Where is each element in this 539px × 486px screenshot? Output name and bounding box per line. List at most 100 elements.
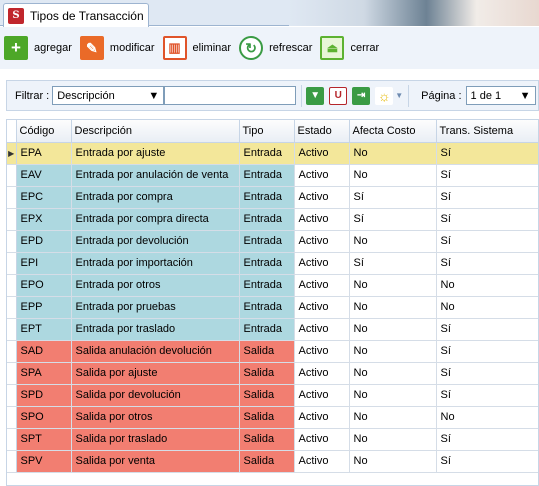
magnet-icon[interactable]: U (329, 86, 348, 105)
table-cell[interactable]: SPA (16, 362, 72, 385)
row-selector[interactable] (7, 208, 17, 231)
row-selector[interactable] (7, 186, 17, 209)
table-row[interactable]: EAV Entrada por anulación de venta Entrada… (7, 164, 538, 187)
table-cell[interactable]: Entrada (239, 164, 295, 187)
table-cell[interactable]: Salida (239, 384, 295, 407)
close-button[interactable]: ⏏ cerrar (320, 36, 379, 60)
table-cell[interactable]: Sí (436, 362, 538, 385)
filter-down-icon[interactable]: ▼ (306, 86, 325, 105)
row-selector[interactable] (7, 274, 17, 297)
row-selector[interactable] (7, 362, 17, 385)
table-cell[interactable]: Entrada (239, 296, 295, 319)
table-cell[interactable]: Activo (294, 142, 350, 165)
table-row[interactable]: SPD Salida por devolución Salida Activo No Sí (7, 384, 538, 407)
table-cell[interactable]: Sí (436, 142, 538, 165)
table-cell[interactable]: Salida por devolución (71, 384, 240, 407)
table-cell[interactable]: No (436, 274, 538, 297)
table-cell[interactable]: No (349, 230, 437, 253)
table-cell[interactable]: No (349, 340, 437, 363)
table-cell[interactable]: EPO (16, 274, 72, 297)
table-cell[interactable]: No (436, 296, 538, 319)
table-cell[interactable]: Activo (294, 186, 350, 209)
table-cell[interactable]: EPP (16, 296, 72, 319)
table-cell[interactable]: EAV (16, 164, 72, 187)
table-row[interactable]: EPP Entrada por pruebas Entrada Activo No No (7, 296, 538, 319)
table-cell[interactable]: Sí (436, 428, 538, 451)
table-cell[interactable]: Entrada (239, 230, 295, 253)
table-cell[interactable]: Entrada por ajuste (71, 142, 240, 165)
table-row[interactable]: SAD Salida anulación devolución Salida Acti… (7, 340, 538, 363)
table-row[interactable]: SPV Salida por venta Salida Activo No Sí (7, 450, 538, 473)
table-cell[interactable]: Sí (436, 252, 538, 275)
table-cell[interactable]: No (349, 384, 437, 407)
table-cell[interactable]: Salida (239, 428, 295, 451)
table-cell[interactable]: SPV (16, 450, 72, 473)
table-row[interactable]: EPC Entrada por compra Entrada Activo Sí Sí (7, 186, 538, 209)
table-cell[interactable]: Entrada (239, 274, 295, 297)
table-row[interactable]: SPA Salida por ajuste Salida Activo No Sí (7, 362, 538, 385)
table-row[interactable]: ▶ EPA Entrada por ajuste Entrada Activo No Sí (7, 142, 538, 165)
tab-tipos-de-transaccion[interactable]: S Tipos de Transacción (3, 3, 149, 27)
table-cell[interactable]: EPD (16, 230, 72, 253)
sun-icon[interactable]: ☼ (375, 86, 394, 105)
table-cell[interactable]: EPA (16, 142, 72, 165)
page-select[interactable]: 1 de 1 ▼ (465, 86, 536, 105)
table-row[interactable]: EPD Entrada por devolución Entrada Activo No… (7, 230, 538, 253)
table-cell[interactable]: No (349, 362, 437, 385)
table-cell[interactable]: Entrada por traslado (71, 318, 240, 341)
table-cell[interactable]: Sí (436, 450, 538, 473)
table-cell[interactable]: Sí (436, 208, 538, 231)
table-cell[interactable]: Activo (294, 362, 350, 385)
table-cell[interactable]: Sí (436, 230, 538, 253)
table-cell[interactable]: Entrada (239, 208, 295, 231)
row-selector[interactable] (7, 296, 17, 319)
table-cell[interactable]: Salida (239, 406, 295, 429)
table-cell[interactable]: No (349, 318, 437, 341)
table-cell[interactable]: Salida por venta (71, 450, 240, 473)
row-selector[interactable] (7, 450, 17, 473)
table-cell[interactable]: Entrada (239, 318, 295, 341)
table-cell[interactable]: Activo (294, 252, 350, 275)
row-selector[interactable] (7, 164, 17, 187)
table-cell[interactable]: SPO (16, 406, 72, 429)
table-cell[interactable]: SPD (16, 384, 72, 407)
table-cell[interactable]: Activo (294, 164, 350, 187)
table-cell[interactable]: Sí (436, 164, 538, 187)
table-cell[interactable]: Activo (294, 340, 350, 363)
table-cell[interactable]: No (436, 406, 538, 429)
table-cell[interactable]: Activo (294, 450, 350, 473)
table-cell[interactable]: No (349, 164, 437, 187)
table-cell[interactable]: Salida por ajuste (71, 362, 240, 385)
add-button[interactable]: + agregar (4, 36, 72, 60)
table-row[interactable]: EPX Entrada por compra directa Entrada Acti… (7, 208, 538, 231)
table-cell[interactable]: Sí (436, 186, 538, 209)
table-cell[interactable]: Salida por otros (71, 406, 240, 429)
table-cell[interactable]: Salida (239, 340, 295, 363)
table-cell[interactable]: Activo (294, 230, 350, 253)
column-header[interactable]: Código (16, 120, 72, 143)
column-header[interactable]: Trans. Sistema (436, 120, 538, 143)
table-cell[interactable]: Entrada por otros (71, 274, 240, 297)
filter-field-select[interactable]: Descripción ▼ (52, 86, 165, 105)
table-cell[interactable]: Entrada por importación (71, 252, 240, 275)
table-cell[interactable]: EPC (16, 186, 72, 209)
filter-input[interactable] (164, 86, 297, 105)
table-cell[interactable]: Entrada (239, 142, 295, 165)
delete-button[interactable]: ▥ eliminar (162, 36, 231, 60)
row-selector[interactable] (7, 340, 17, 363)
table-row[interactable]: EPI Entrada por importación Entrada Activo S… (7, 252, 538, 275)
table-cell[interactable]: Sí (349, 186, 437, 209)
column-header[interactable]: Estado (294, 120, 350, 143)
table-cell[interactable]: SAD (16, 340, 72, 363)
table-cell[interactable]: Entrada (239, 252, 295, 275)
table-cell[interactable]: Sí (349, 252, 437, 275)
column-header[interactable]: Tipo (239, 120, 295, 143)
table-row[interactable]: EPO Entrada por otros Entrada Activo No No (7, 274, 538, 297)
table-cell[interactable]: Activo (294, 406, 350, 429)
column-header[interactable]: Afecta Costo (349, 120, 437, 143)
table-cell[interactable]: Salida por traslado (71, 428, 240, 451)
table-cell[interactable]: Entrada por anulación de venta (71, 164, 240, 187)
table-cell[interactable]: EPI (16, 252, 72, 275)
table-cell[interactable]: No (349, 450, 437, 473)
table-cell[interactable]: No (349, 274, 437, 297)
